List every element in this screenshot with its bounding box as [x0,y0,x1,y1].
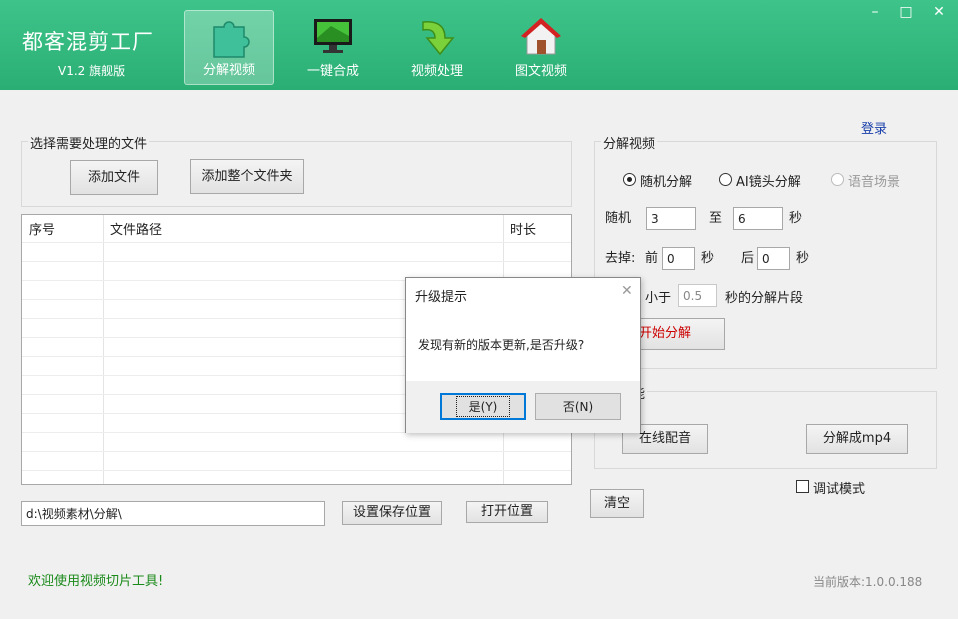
to-label: 至 [709,211,723,226]
dialog-yes-label: 是(Y) [455,396,511,417]
random-label: 随机 [605,211,632,226]
seconds-label: 秒 [789,211,803,226]
app-version: V1.2 旗舰版 [58,64,126,78]
trim-back-label: 后 [741,251,755,266]
row-divider [22,261,571,262]
nav-split-video[interactable]: 分解视频 [184,10,274,85]
seconds-label: 秒 [701,251,715,266]
nav-label: 图文视频 [514,64,567,79]
dialog-no-button[interactable]: 否(N) [535,393,621,420]
save-path-input[interactable]: d:\视频素材\分解\ [21,501,325,526]
random-to-input[interactable]: 6 [733,207,783,230]
trim-label: 去掉: [605,251,636,266]
random-split-radio[interactable] [623,173,636,186]
voice-scene-radio[interactable] [831,173,844,186]
dialog-close-icon[interactable]: ✕ [621,283,633,299]
puzzle-icon [213,21,250,58]
split-to-mp4-button[interactable]: 分解成mp4 [806,424,908,454]
column-header-duration: 时长 [510,223,537,238]
nav-label: 一键合成 [306,64,359,79]
current-version: 当前版本:1.0.0.188 [813,575,923,589]
upgrade-dialog: 升级提示 ✕ 发现有新的版本更新,是否升级? 是(Y) 否(N) [405,277,641,433]
welcome-message: 欢迎使用视频切片工具! [28,574,164,589]
nav-one-click-compose[interactable]: 一键合成 [288,10,378,85]
dialog-message: 发现有新的版本更新,是否升级? [418,338,585,352]
house-icon [521,18,561,55]
column-header-path: 文件路径 [110,223,163,238]
row-divider [22,451,571,452]
ai-shot-split-radio[interactable] [719,173,732,186]
less-than-input[interactable]: 0.5 [678,284,717,307]
split-group-title: 分解视频 [601,133,658,152]
seconds-label: 秒 [796,251,810,266]
add-file-button[interactable]: 添加文件 [70,160,158,195]
clear-button[interactable]: 清空 [590,489,644,518]
monitor-icon [314,19,352,53]
column-header-index: 序号 [29,223,56,238]
row-divider [22,242,571,243]
set-save-location-button[interactable]: 设置保存位置 [342,501,442,525]
file-group-title: 选择需要处理的文件 [28,133,150,152]
nav-label: 视频处理 [410,64,463,79]
minimize-button[interactable]: – [867,4,883,20]
app-header: 都客混剪工厂 V1.2 旗舰版 分解视频 一键合成 视频处理 图文视频 – □ [0,0,958,90]
trim-front-label: 前 [645,251,659,266]
column-divider [103,215,104,484]
nav-video-process[interactable]: 视频处理 [392,10,482,85]
nav-label: 分解视频 [202,63,255,78]
trim-back-input[interactable]: 0 [757,247,790,270]
voice-scene-label: 语音场景 [848,175,901,190]
green-arrow-icon [422,21,455,56]
debug-mode-checkbox[interactable] [796,480,809,493]
ai-shot-split-label: AI镜头分解 [736,175,801,190]
row-divider [22,470,571,471]
open-location-button[interactable]: 打开位置 [466,501,548,523]
nav-image-text-video[interactable]: 图文视频 [496,10,586,85]
app-title: 都客混剪工厂 [22,30,154,54]
less-than-suffix: 秒的分解片段 [725,291,804,306]
add-folder-button[interactable]: 添加整个文件夹 [190,159,304,194]
dialog-yes-button[interactable]: 是(Y) [440,393,526,420]
less-than-label: 小于 [645,291,672,306]
login-link[interactable]: 登录 [861,118,887,137]
trim-front-input[interactable]: 0 [662,247,695,270]
dialog-title: 升级提示 [415,290,468,305]
random-from-input[interactable]: 3 [646,207,696,230]
close-button[interactable]: ✕ [931,4,947,20]
random-split-label: 随机分解 [640,175,693,190]
maximize-button[interactable]: □ [898,4,914,20]
debug-mode-label: 调试模式 [813,482,866,497]
